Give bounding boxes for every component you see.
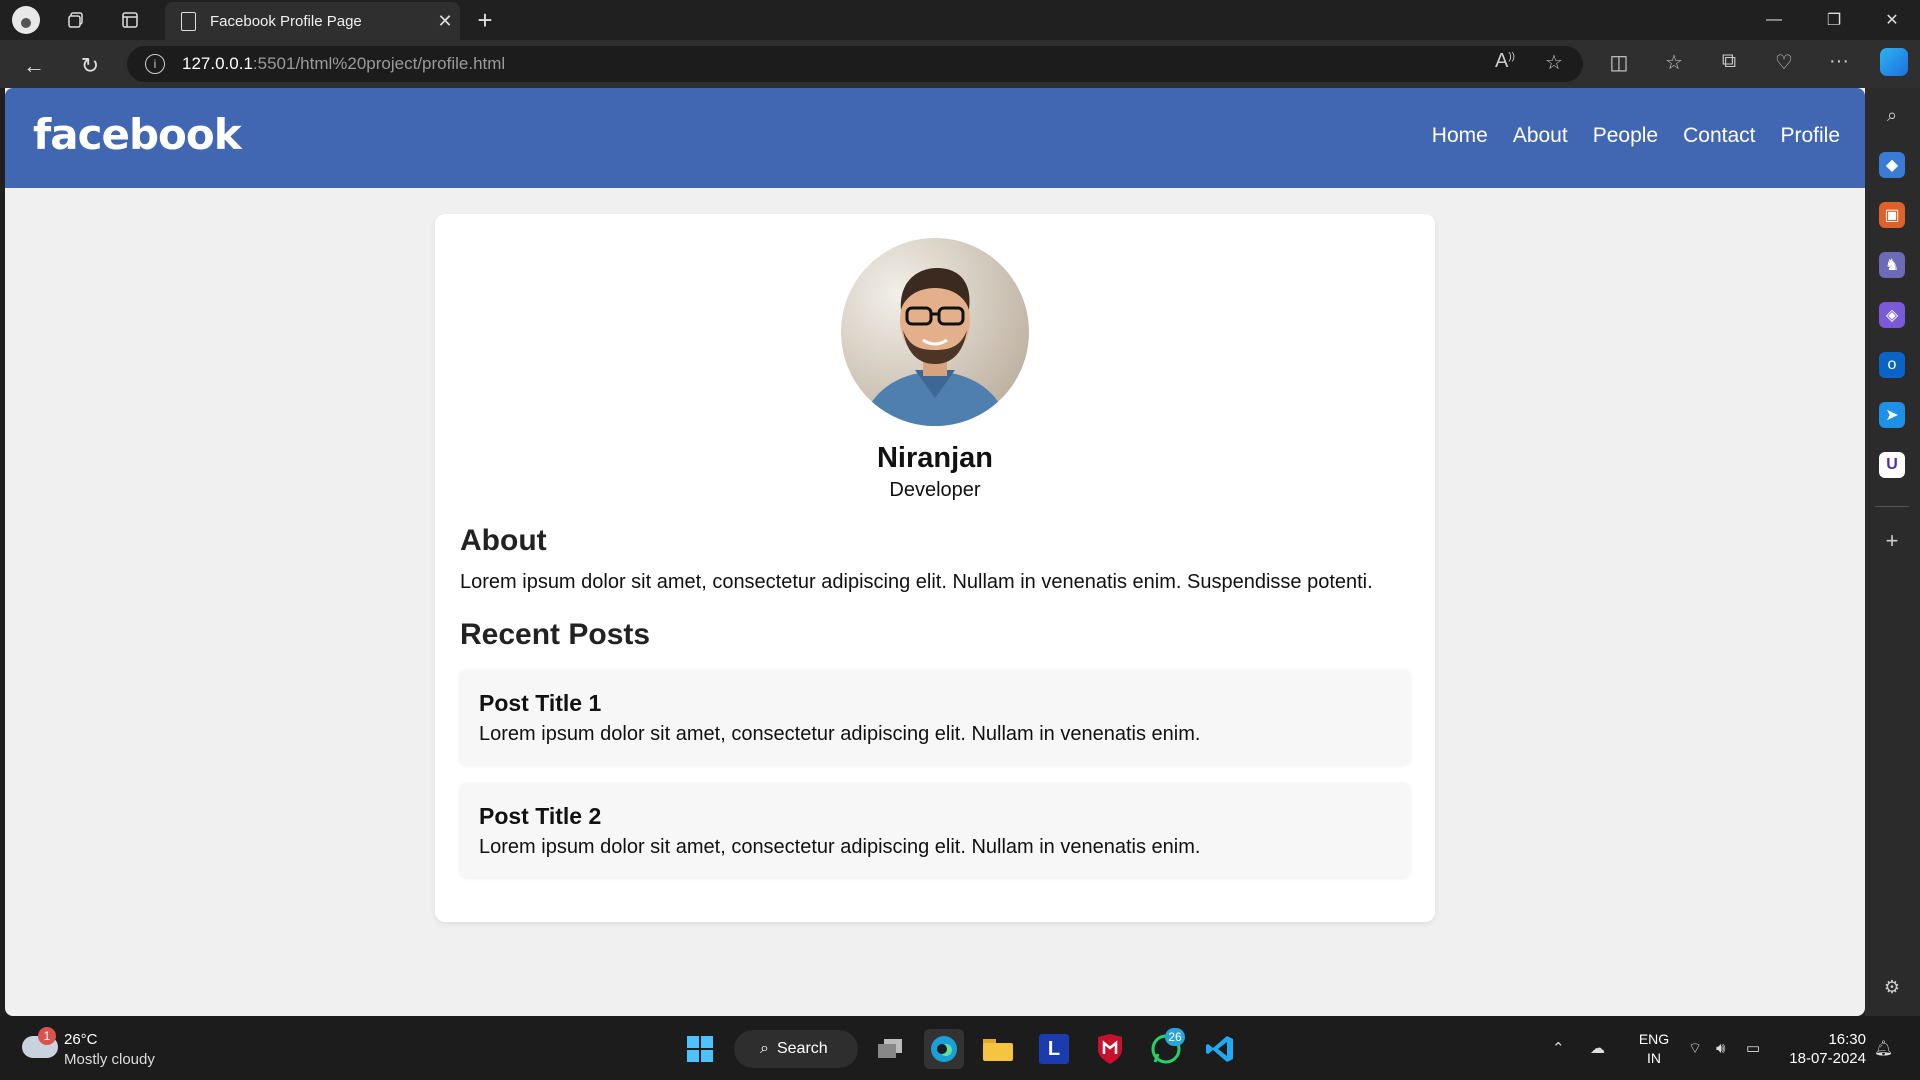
outlook-icon[interactable]: o bbox=[1879, 352, 1905, 378]
site-info-icon[interactable]: i bbox=[145, 54, 165, 74]
vscode-icon[interactable] bbox=[1200, 1029, 1240, 1069]
nav-profile-link[interactable]: Profile bbox=[1780, 124, 1840, 148]
task-view-icon[interactable] bbox=[870, 1029, 910, 1069]
onedrive-cloud-icon[interactable]: ☁ bbox=[1590, 1016, 1605, 1080]
weather-badge: 1 bbox=[38, 1027, 56, 1045]
l-app-icon[interactable]: L bbox=[1034, 1029, 1074, 1069]
lang-bottom: IN bbox=[1647, 1050, 1661, 1066]
post-body: Lorem ipsum dolor sit amet, consectetur … bbox=[479, 723, 1201, 745]
nav-people-link[interactable]: People bbox=[1593, 124, 1658, 148]
language-indicator[interactable]: ENG IN bbox=[1634, 1030, 1674, 1068]
toolbox-icon[interactable]: ▣ bbox=[1879, 202, 1905, 228]
add-icon[interactable]: + bbox=[1879, 528, 1905, 554]
back-icon[interactable]: ← bbox=[16, 48, 52, 84]
taskbar-search[interactable]: ⌕ Search bbox=[734, 1030, 858, 1068]
post-card: Post Title 1 Lorem ipsum dolor sit amet,… bbox=[460, 670, 1410, 764]
about-text: Lorem ipsum dolor sit amet, consectetur … bbox=[460, 571, 1373, 593]
wifi-icon[interactable]: ⌔ bbox=[1688, 1016, 1702, 1080]
nav-contact-link[interactable]: Contact bbox=[1683, 124, 1755, 148]
send-icon[interactable]: ➤ bbox=[1879, 402, 1905, 428]
extension-u-icon[interactable]: U bbox=[1879, 452, 1905, 478]
tab-title: Facebook Profile Page bbox=[210, 12, 362, 30]
more-menu-icon[interactable]: ··· bbox=[1824, 50, 1854, 78]
url-path: :5501/html%20project/profile.html bbox=[252, 54, 506, 73]
clock-date: 18-07-2024 bbox=[1789, 1050, 1866, 1067]
battery-icon[interactable]: ▭ bbox=[1746, 1016, 1760, 1080]
search-icon: ⌕ bbox=[760, 1040, 769, 1057]
address-bar[interactable]: i 127.0.0.1:5501/html%20project/profile.… bbox=[127, 46, 1583, 82]
weather-condition[interactable]: Mostly cloudy bbox=[64, 1051, 155, 1068]
close-tab-icon[interactable]: ✕ bbox=[430, 11, 460, 32]
document-icon bbox=[181, 11, 196, 31]
close-window-button[interactable]: ✕ bbox=[1864, 0, 1920, 40]
windows-taskbar: 1 26°C Mostly cloudy ⌕ Search L 26 ⌃ ☁ E… bbox=[0, 1016, 1920, 1080]
url-host: 127.0.0.1 bbox=[182, 54, 253, 73]
workspaces-icon[interactable] bbox=[56, 0, 96, 40]
whatsapp-badge: 26 bbox=[1165, 1028, 1185, 1046]
site-header: facebook Home About People Contact Profi… bbox=[5, 88, 1865, 188]
minimize-button[interactable]: — bbox=[1746, 0, 1802, 40]
lang-top: ENG bbox=[1638, 1031, 1670, 1047]
copilot-icon[interactable] bbox=[1880, 48, 1908, 76]
refresh-icon[interactable]: ↻ bbox=[72, 48, 108, 84]
facebook-logo[interactable]: facebook bbox=[33, 110, 242, 159]
restore-button[interactable]: ❐ bbox=[1806, 0, 1862, 40]
post-title: Post Title 1 bbox=[479, 690, 602, 716]
about-heading: About bbox=[460, 524, 547, 557]
site-nav: Home About People Contact Profile bbox=[1432, 124, 1840, 148]
copilot-sidebar-icon[interactable]: ◈ bbox=[1879, 302, 1905, 328]
nav-about-link[interactable]: About bbox=[1513, 124, 1568, 148]
start-button[interactable] bbox=[680, 1029, 720, 1069]
edge-sidebar: ⌕ ◆ ▣ ♞ ◈ o ➤ U + ⚙ bbox=[1865, 88, 1920, 1016]
post-card: Post Title 2 Lorem ipsum dolor sit amet,… bbox=[460, 783, 1410, 877]
edge-browser-icon[interactable] bbox=[924, 1029, 964, 1069]
favorites-icon[interactable]: ☆ bbox=[1659, 50, 1689, 78]
read-aloud-icon[interactable]: A)) bbox=[1490, 50, 1520, 73]
post-body: Lorem ipsum dolor sit amet, consectetur … bbox=[479, 836, 1201, 858]
weather-temperature[interactable]: 26°C bbox=[64, 1031, 98, 1048]
new-tab-button[interactable]: + bbox=[470, 5, 500, 35]
browser-tab[interactable]: Facebook Profile Page ✕ bbox=[165, 2, 460, 40]
mcafee-icon[interactable] bbox=[1090, 1029, 1130, 1069]
vertical-tabs-icon[interactable] bbox=[110, 0, 150, 40]
shopping-tag-icon[interactable]: ◆ bbox=[1879, 152, 1905, 178]
settings-gear-icon[interactable]: ⚙ bbox=[1879, 974, 1905, 1000]
nav-home-link[interactable]: Home bbox=[1432, 124, 1488, 148]
page-viewport: facebook Home About People Contact Profi… bbox=[5, 88, 1865, 1016]
post-title: Post Title 2 bbox=[479, 803, 602, 829]
browser-profile-icon[interactable] bbox=[12, 6, 40, 34]
clock-time: 16:30 bbox=[1828, 1031, 1866, 1048]
split-screen-icon[interactable]: ◫ bbox=[1604, 50, 1634, 78]
volume-icon[interactable]: 🔊︎ bbox=[1716, 1016, 1725, 1080]
recent-posts-heading: Recent Posts bbox=[460, 618, 651, 651]
profile-avatar bbox=[841, 238, 1029, 426]
show-hidden-icons[interactable]: ⌃ bbox=[1552, 1016, 1565, 1080]
notification-bell-icon[interactable]: 🔔︎ bbox=[1874, 1016, 1893, 1080]
file-explorer-icon[interactable] bbox=[978, 1029, 1018, 1069]
clock[interactable]: 16:30 18-07-2024 bbox=[1770, 1030, 1866, 1068]
browser-essentials-icon[interactable]: ♡ bbox=[1769, 50, 1799, 78]
search-label: Search bbox=[776, 1040, 828, 1057]
profile-role: Developer bbox=[889, 479, 981, 501]
collections-icon[interactable]: ⧉ bbox=[1714, 50, 1744, 78]
profile-name: Niranjan bbox=[876, 442, 994, 474]
profile-card: Niranjan Developer About Lorem ipsum dol… bbox=[435, 214, 1435, 922]
search-icon[interactable]: ⌕ bbox=[1879, 102, 1905, 128]
games-icon[interactable]: ♞ bbox=[1879, 252, 1905, 278]
favorite-star-icon[interactable]: ☆ bbox=[1539, 50, 1569, 75]
